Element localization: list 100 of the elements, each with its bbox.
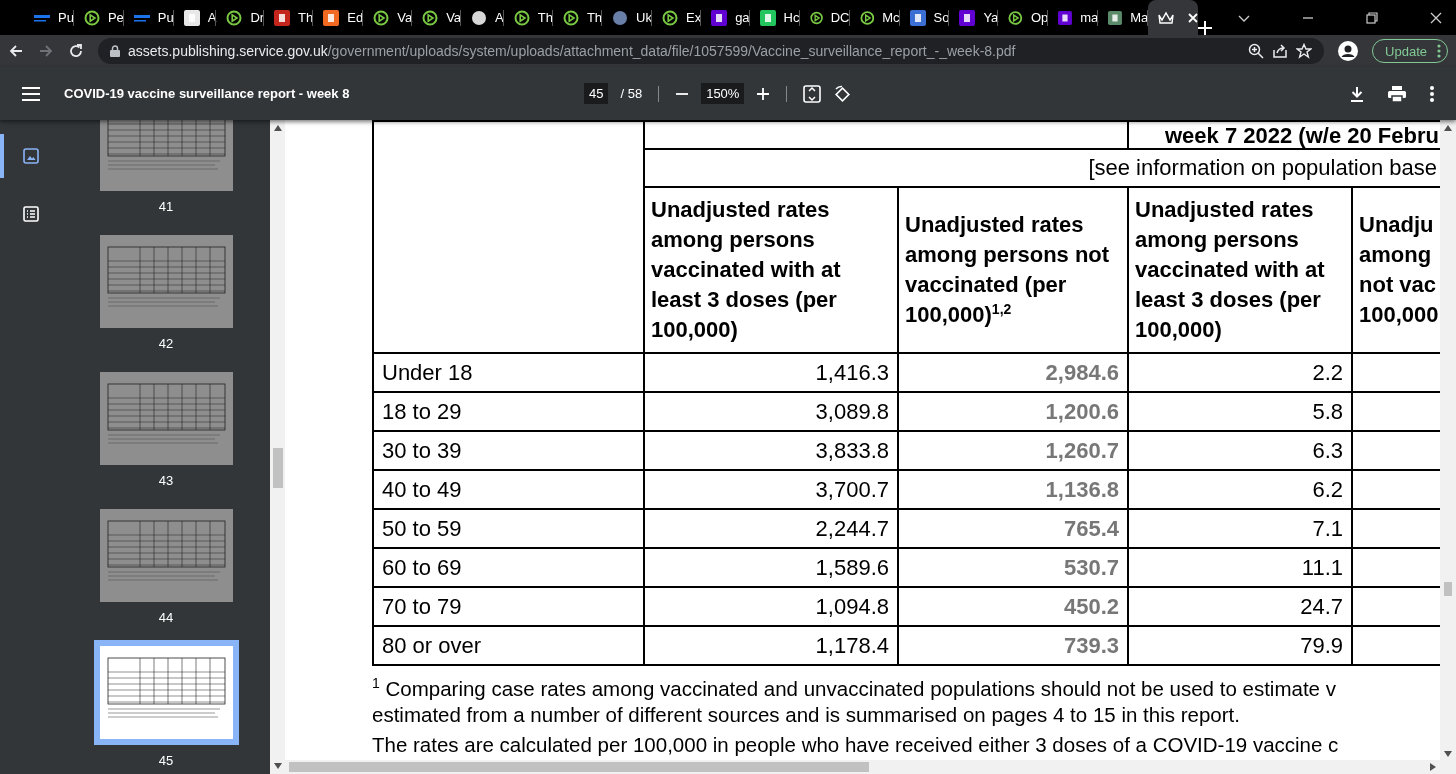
- scrollbar-thumb[interactable]: [273, 448, 283, 488]
- page-thumbnail[interactable]: [99, 120, 233, 191]
- play-icon: [1008, 9, 1023, 26]
- zoom-field[interactable]: 150%: [701, 83, 745, 104]
- browser-tab[interactable]: ma: [1048, 0, 1099, 35]
- browser-tab[interactable]: Ex: [651, 0, 702, 35]
- footnote: $^{1}$ Comparing case rates among vaccinated and unvaccinated populations should not be used to estimate v estimated from a number of different sources and is summarised on pages 4 to 15 in this report.: [372, 676, 1337, 728]
- close-icon[interactable]: [1429, 10, 1444, 25]
- page-label: 44: [158, 610, 174, 626]
- lock-icon: [110, 45, 120, 57]
- scroll-down-icon[interactable]: [273, 763, 282, 769]
- table-cell: 3,833.8: [644, 431, 898, 470]
- column-header: Unadjusted rates among persons vaccinated with at least 3 doses (per 100,000): [644, 187, 898, 353]
- page-thumbnail[interactable]: [93, 640, 239, 745]
- page-thumbnail[interactable]: [99, 235, 233, 328]
- reload-icon[interactable]: [68, 43, 84, 59]
- play-icon: [226, 9, 243, 26]
- table-cell: 6.3: [1128, 431, 1352, 470]
- scroll-right-icon[interactable]: [1430, 763, 1436, 771]
- new-tab-icon[interactable]: [1198, 21, 1213, 35]
- browser-tab[interactable]: Va: [412, 0, 462, 35]
- page-number-field[interactable]: 45: [584, 83, 609, 104]
- browser-tab[interactable]: Dr: [216, 0, 265, 35]
- scroll-up-icon[interactable]: [1444, 125, 1452, 131]
- table-cell: 2,244.7: [644, 509, 898, 548]
- row-header: 30 to 39: [373, 431, 644, 470]
- play-icon: [373, 9, 390, 26]
- scroll-down-icon[interactable]: [1444, 751, 1452, 757]
- browser-tab[interactable]: [1148, 0, 1199, 35]
- zoom-in-icon[interactable]: [756, 86, 771, 101]
- list-icon[interactable]: [23, 206, 39, 222]
- star-icon[interactable]: [1296, 43, 1313, 59]
- browser-tab[interactable]: Hc: [749, 0, 800, 35]
- back-icon[interactable]: [8, 43, 24, 59]
- page-label: 41: [158, 199, 174, 215]
- play-icon: [83, 9, 100, 26]
- browser-tab[interactable]: Pe: [73, 0, 124, 35]
- table-cell: 5.8: [1128, 392, 1352, 431]
- table-cell: 1,200.6: [898, 392, 1128, 431]
- browser-tab[interactable]: Mc: [849, 0, 900, 35]
- browser-tab[interactable]: Va: [363, 0, 413, 35]
- table-cell: 3,700.7: [644, 470, 898, 509]
- browser-tab[interactable]: DC: [799, 0, 850, 35]
- fit-page-icon[interactable]: [803, 84, 822, 103]
- table-cell: 3,089.8: [644, 392, 898, 431]
- address-field[interactable]: assets.publishing.service.gov.uk/government/uploads/system/uploads/attachment_data/file/1057599/Vaccine_surveillance_report_-_week-8.pdf: [98, 38, 1325, 64]
- row-header: 18 to 29: [373, 392, 644, 431]
- row-header: 70 to 79: [373, 587, 644, 626]
- row-header: 50 to 59: [373, 509, 644, 548]
- browser-tab[interactable]: Th: [264, 0, 314, 35]
- table-cell: 11.1: [1128, 548, 1352, 587]
- page-count: / 58: [620, 86, 643, 101]
- browser-tab[interactable]: Ma: [1098, 0, 1149, 35]
- scrollbar-thumb[interactable]: [289, 762, 869, 772]
- table-cell: 450.2: [898, 587, 1128, 626]
- browser-tab[interactable]: Ed: [313, 0, 364, 35]
- table-cell: 1,589.6: [644, 548, 898, 587]
- browser-tab[interactable]: Th: [503, 0, 553, 35]
- table-cell: 739.3: [898, 626, 1128, 665]
- browser-tab[interactable]: A: [461, 0, 504, 35]
- document-title: COVID-19 vaccine surveillance report - week 8: [64, 86, 351, 101]
- table-cell: 1,260.7: [898, 431, 1128, 470]
- browser-tab[interactable]: Ya: [949, 0, 999, 35]
- zoom-icon[interactable]: [1248, 43, 1265, 59]
- print-icon[interactable]: [1388, 85, 1406, 102]
- rotate-icon[interactable]: [833, 84, 852, 103]
- menu-icon[interactable]: [22, 86, 40, 101]
- more-icon: [1437, 44, 1441, 58]
- restore-icon[interactable]: [1365, 10, 1380, 25]
- scrollbar-thumb[interactable]: [1444, 582, 1452, 596]
- play-icon: [562, 9, 579, 26]
- page-label: 43: [158, 473, 174, 489]
- play-icon: [422, 9, 439, 26]
- browser-tab[interactable]: Uk: [602, 0, 652, 35]
- browser-tab[interactable]: Pu: [123, 0, 174, 35]
- play-icon: [859, 9, 875, 26]
- page-thumbnail[interactable]: [99, 509, 233, 602]
- scroll-up-icon[interactable]: [273, 125, 282, 131]
- browser-tab[interactable]: Pu: [24, 0, 74, 35]
- table-cell: 1,094.8: [644, 587, 898, 626]
- play-icon: [809, 9, 823, 26]
- browser-tab[interactable]: ga: [701, 0, 750, 35]
- close-icon[interactable]: [1188, 12, 1199, 23]
- table-cell: 765.4: [898, 509, 1128, 548]
- play-icon: [661, 9, 678, 26]
- table-cell: 1,136.8: [898, 470, 1128, 509]
- download-icon[interactable]: [1350, 85, 1364, 102]
- play-icon: [513, 9, 530, 26]
- browser-tab[interactable]: Th: [552, 0, 603, 35]
- table-cell: 1,416.3: [644, 353, 898, 392]
- row-header: 60 to 69: [373, 548, 644, 587]
- share-icon[interactable]: [1272, 43, 1289, 59]
- page-thumbnail[interactable]: [99, 372, 233, 465]
- body-text: The rates are calculated per 100,000 in people who have received either 3 doses of a COVID-19 vaccine c: [372, 734, 1340, 756]
- page-label: 42: [158, 336, 174, 352]
- table-cell: 6.2: [1128, 470, 1352, 509]
- more-icon[interactable]: [1430, 85, 1434, 102]
- table-cell: 24.7: [1128, 587, 1352, 626]
- image-icon[interactable]: [23, 148, 39, 164]
- profile-icon[interactable]: [1338, 41, 1359, 61]
